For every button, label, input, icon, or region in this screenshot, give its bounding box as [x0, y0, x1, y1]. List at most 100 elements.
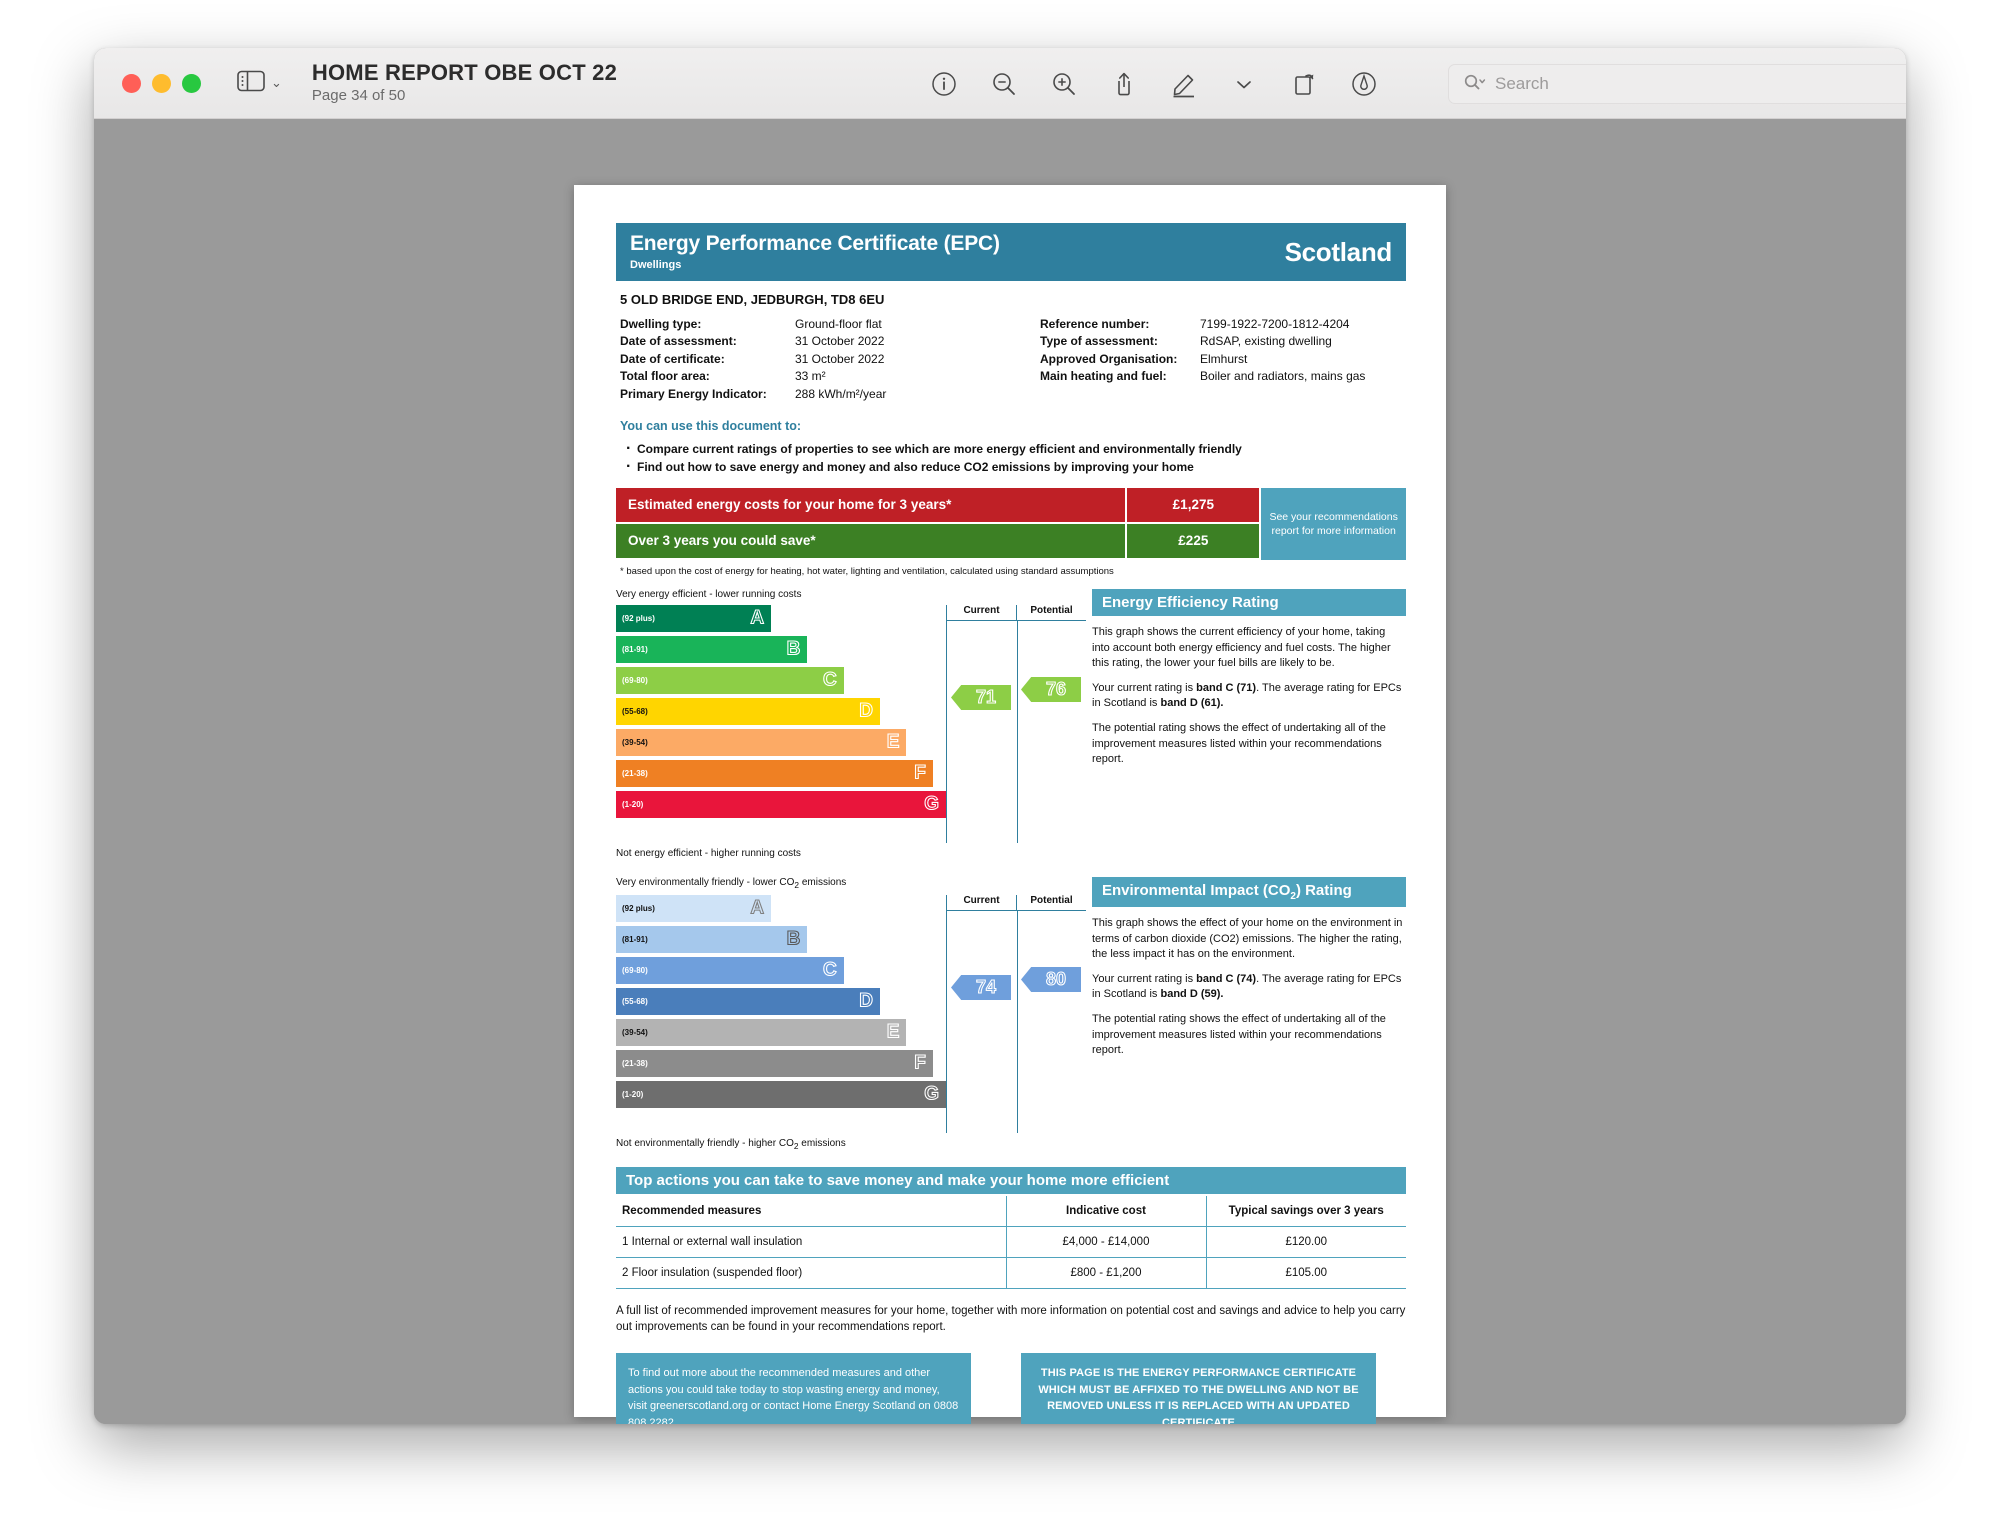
current-rating-marker: 74	[951, 974, 1011, 1000]
list-item: Find out how to save energy and money an…	[624, 455, 1406, 479]
epc-title: Energy Performance Certificate (EPC)	[630, 232, 1000, 255]
measure-savings: £105.00	[1205, 1257, 1406, 1289]
annotate-icon[interactable]	[1349, 69, 1379, 99]
info-icon[interactable]	[929, 69, 959, 99]
panel-paragraph-3: The potential rating shows the effect of…	[1092, 1013, 1386, 1057]
co2-band-list: (92 plus) A (81-91) B (69-80) C (55-68) …	[616, 894, 946, 1133]
chart-top-caption: Very environmentally friendly - lower CO…	[616, 876, 847, 890]
measure-cost: £4,000 - £14,000	[1005, 1226, 1206, 1258]
panel-paragraph-1: This graph shows the effect of your home…	[1092, 916, 1403, 961]
chart-bottom-caption: Not environmentally friendly - higher CO…	[616, 1137, 846, 1151]
panel-paragraph-2: Your current rating is band C (71). The …	[1092, 681, 1406, 712]
chart-bottom-caption: Not energy efficient - higher running co…	[616, 847, 801, 859]
close-button[interactable]	[122, 73, 141, 93]
band-e: (39-54) E	[616, 1018, 907, 1046]
cost-summary: Estimated energy costs for your home for…	[616, 487, 1406, 560]
measure-cost: £800 - £1,200	[1005, 1257, 1206, 1289]
rating-text-pre: Your current rating is	[1092, 681, 1197, 694]
detail-label: Reference number:	[1040, 317, 1150, 331]
column-header-savings: Typical savings over 3 years	[1205, 1195, 1406, 1227]
page-indicator: Page 34 of 50	[311, 87, 406, 105]
detail-label: Type of assessment:	[1040, 334, 1158, 349]
epc-subtitle: Dwellings	[630, 259, 682, 271]
current-rating-marker: 71	[951, 684, 1011, 710]
estimated-cost-label: Estimated energy costs for your home for…	[616, 487, 1126, 522]
footer-notice-box: THIS PAGE IS THE ENERGY PERFORMANCE CERT…	[1021, 1353, 1376, 1424]
band-f: (21-38) F	[616, 1049, 933, 1077]
band-d: (55-68) D	[616, 697, 880, 725]
band-c: (69-80) C	[616, 666, 844, 694]
table-header-row: Recommended measures Indicative cost Typ…	[616, 1195, 1406, 1227]
column-header-potential: Potential	[1030, 604, 1073, 616]
traffic-lights	[122, 73, 201, 93]
window-titlebar: ⌄ HOME REPORT OBE OCT 22 Page 34 of 50 S…	[94, 48, 1906, 119]
current-band-text: band C (74)	[1196, 972, 1257, 985]
maximize-button[interactable]	[182, 73, 201, 93]
rating-text-pre: Your current rating is	[1092, 972, 1197, 985]
savings-row: Over 3 years you could save* £225	[616, 523, 1260, 558]
country-label: Scotland	[1284, 236, 1393, 267]
panel-title: Energy Efficiency Rating	[1092, 588, 1406, 616]
property-address: 5 OLD BRIDGE END, JEDBURGH, TD8 6EU	[620, 292, 885, 307]
recommended-measures-table: Recommended measures Indicative cost Typ…	[616, 1195, 1406, 1289]
chevron-down-icon[interactable]	[1229, 69, 1259, 99]
detail-value: Boiler and radiators, mains gas	[1200, 369, 1366, 384]
full-list-note: A full list of recommended improvement m…	[616, 1304, 1406, 1334]
band-b: (81-91) B	[616, 925, 808, 953]
savings-value: £225	[1125, 523, 1260, 558]
detail-label: Date of certificate:	[620, 351, 725, 366]
column-header-cost: Indicative cost	[1005, 1195, 1206, 1227]
panel-title: Environmental Impact (CO2) Rating	[1092, 876, 1406, 907]
measure-savings: £120.00	[1205, 1226, 1406, 1258]
property-details: Dwelling type: Date of assessment: Date …	[616, 316, 1406, 403]
zoom-in-icon[interactable]	[1049, 69, 1079, 99]
panel-paragraph-1: This graph shows the current efficiency …	[1092, 625, 1391, 670]
minimize-button[interactable]	[152, 73, 171, 93]
pdf-page: Energy Performance Certificate (EPC) Dwe…	[574, 185, 1446, 1424]
energy-efficiency-panel: Energy Efficiency Rating This graph show…	[1092, 588, 1406, 859]
current-potential-columns: Current Potential 71 76	[946, 604, 1086, 843]
use-document-list: Compare current ratings of properties to…	[624, 437, 1406, 479]
pdf-canvas[interactable]: Energy Performance Certificate (EPC) Dwe…	[94, 119, 1906, 1424]
details-column-right: Reference number: Type of assessment: Ap…	[1040, 316, 1406, 403]
potential-rating-marker: 80	[1021, 966, 1081, 992]
detail-value: 288 kWh/m²/year	[795, 386, 887, 401]
rotate-icon[interactable]	[1289, 69, 1319, 99]
measure-name: 2 Floor insulation (suspended floor)	[616, 1257, 1006, 1289]
energy-efficiency-chart: Very energy efficient - lower running co…	[616, 589, 1086, 859]
band-e: (39-54) E	[616, 728, 907, 756]
detail-label: Approved Organisation:	[1040, 351, 1178, 366]
column-header-current: Current	[947, 604, 1017, 620]
markup-pen-icon[interactable]	[1169, 69, 1199, 99]
detail-value: Elmhurst	[1200, 351, 1248, 366]
panel-paragraph-3: The potential rating shows the effect of…	[1092, 722, 1386, 766]
column-header-current: Current	[947, 894, 1017, 910]
detail-label: Main heating and fuel:	[1040, 369, 1167, 384]
band-g: (1-20) G	[616, 1080, 946, 1108]
detail-value: 31 October 2022	[795, 351, 885, 366]
savings-label: Over 3 years you could save*	[616, 523, 1126, 558]
table-row: 2 Floor insulation (suspended floor) £80…	[616, 1257, 1406, 1289]
band-d: (55-68) D	[616, 987, 880, 1015]
epc-header: Energy Performance Certificate (EPC) Dwe…	[616, 223, 1406, 281]
co2-impact-section: Very environmentally friendly - lower CO…	[616, 876, 1406, 1151]
zoom-out-icon[interactable]	[989, 69, 1019, 99]
chevron-down-icon: ⌄	[271, 75, 282, 90]
band-a: (92 plus) A	[616, 604, 772, 632]
average-band-text: band D (59).	[1160, 988, 1224, 1001]
estimated-cost-row: Estimated energy costs for your home for…	[616, 487, 1260, 522]
document-title: HOME REPORT OBE OCT 22	[311, 59, 618, 85]
column-header-potential: Potential	[1030, 894, 1073, 906]
search-field[interactable]: Search	[1448, 64, 1906, 104]
current-band-text: band C (71)	[1196, 681, 1257, 694]
screen: ⌄ HOME REPORT OBE OCT 22 Page 34 of 50 S…	[0, 0, 2000, 1540]
toolbar	[929, 48, 1379, 119]
share-icon[interactable]	[1109, 69, 1139, 99]
detail-label: Date of assessment:	[620, 334, 737, 349]
sidebar-toggle-button[interactable]: ⌄	[237, 70, 282, 97]
search-placeholder: Search	[1495, 74, 1549, 93]
detail-value: 33 m²	[795, 369, 826, 384]
energy-band-list: (92 plus) A (81-91) B (69-80) C (55-68) …	[616, 604, 946, 843]
estimated-cost-value: £1,275	[1125, 487, 1260, 522]
document-title-block: HOME REPORT OBE OCT 22 Page 34 of 50	[311, 59, 618, 105]
